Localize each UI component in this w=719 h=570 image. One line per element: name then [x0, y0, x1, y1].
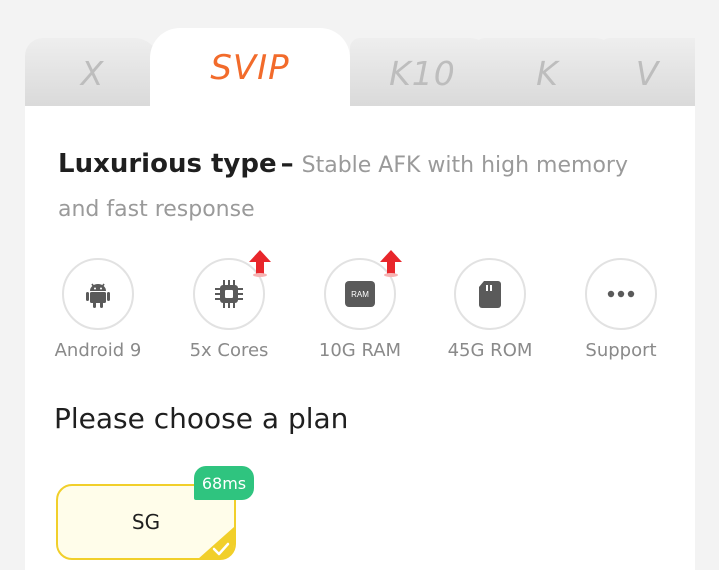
android-icon — [86, 283, 110, 308]
plan-section-heading: Please choose a plan — [54, 402, 349, 435]
ram-icon-text: RAM — [351, 289, 369, 299]
spec-ram-circle: RAM — [324, 250, 402, 330]
spec-support-label: Support — [585, 340, 657, 361]
upgrade-arrow-icon — [249, 250, 271, 277]
title-separator: – — [280, 149, 294, 179]
spec-support-circle — [585, 258, 657, 330]
tab-x[interactable]: X — [25, 38, 160, 108]
plan-option-label: SG — [131, 510, 161, 534]
app-screen: X K10 K V SVIP Luxurious type – Stable AFK… — [0, 0, 719, 570]
tier-details-card: Luxurious type – Stable AFK with high memo… — [25, 106, 695, 570]
sd-card-icon — [479, 281, 501, 308]
latency-badge: 68ms — [194, 466, 254, 500]
spec-rom-label: 45G ROM — [447, 340, 533, 361]
spec-android-label: Android 9 — [54, 340, 142, 361]
cpu-icon — [215, 280, 243, 308]
more-icon — [607, 290, 635, 298]
spec-cores[interactable]: 5x Cores — [169, 250, 289, 361]
spec-cores-label: 5x Cores — [189, 340, 269, 361]
upgrade-arrow-icon — [380, 250, 402, 277]
spec-rom-circle — [454, 258, 526, 330]
tab-k10[interactable]: K10 — [350, 38, 495, 108]
selected-check-icon — [198, 527, 234, 559]
tab-svip[interactable]: SVIP — [150, 28, 350, 108]
spec-android-circle — [62, 258, 134, 330]
tab-v[interactable]: V — [600, 38, 695, 108]
spec-android[interactable]: Android 9 — [38, 258, 158, 361]
spec-support[interactable]: Support — [561, 258, 681, 361]
tier-description: Luxurious type – Stable AFK with high memo… — [58, 142, 658, 232]
plan-tier-tabs: X K10 K V SVIP — [25, 28, 695, 108]
ram-icon: RAM — [345, 281, 375, 307]
spec-ram[interactable]: RAM 10G RAM — [300, 250, 420, 361]
tab-k[interactable]: K — [475, 38, 620, 108]
spec-rom[interactable]: 45G ROM — [430, 258, 550, 361]
spec-cores-circle — [193, 250, 271, 330]
spec-ram-label: 10G RAM — [318, 340, 402, 361]
tier-type-title: Luxurious type — [58, 149, 277, 179]
